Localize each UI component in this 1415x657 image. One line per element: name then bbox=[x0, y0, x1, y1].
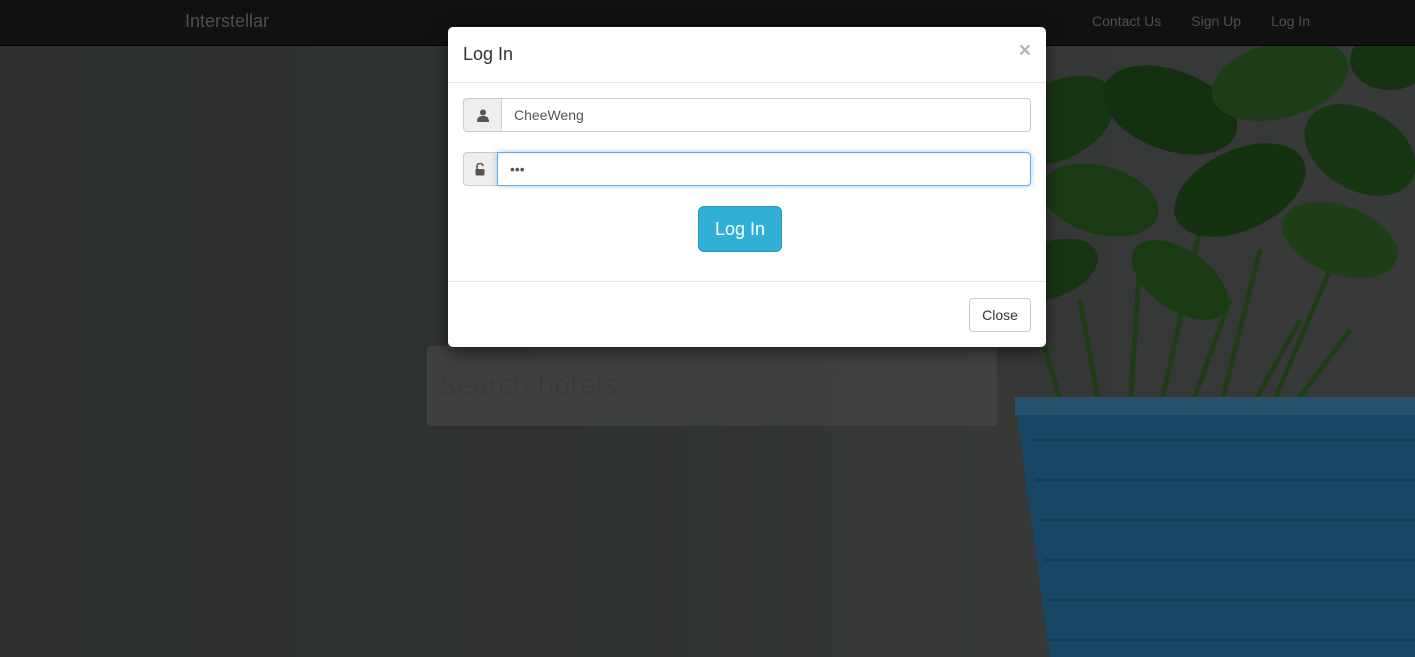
user-icon bbox=[463, 98, 501, 132]
modal-header: Log In × bbox=[448, 27, 1046, 83]
close-icon[interactable]: × bbox=[1019, 40, 1031, 61]
username-group bbox=[463, 98, 1031, 132]
password-field[interactable] bbox=[497, 152, 1031, 186]
modal-title: Log In bbox=[463, 44, 514, 64]
login-submit-button[interactable]: Log In bbox=[698, 206, 782, 252]
username-field[interactable] bbox=[501, 98, 1031, 132]
close-button[interactable]: Close bbox=[969, 298, 1031, 332]
login-modal: Log In × Log In Close bbox=[448, 27, 1046, 347]
modal-body: Log In bbox=[448, 83, 1046, 282]
unlock-icon bbox=[463, 152, 497, 186]
modal-footer: Close bbox=[448, 282, 1046, 346]
password-group bbox=[463, 152, 1031, 186]
